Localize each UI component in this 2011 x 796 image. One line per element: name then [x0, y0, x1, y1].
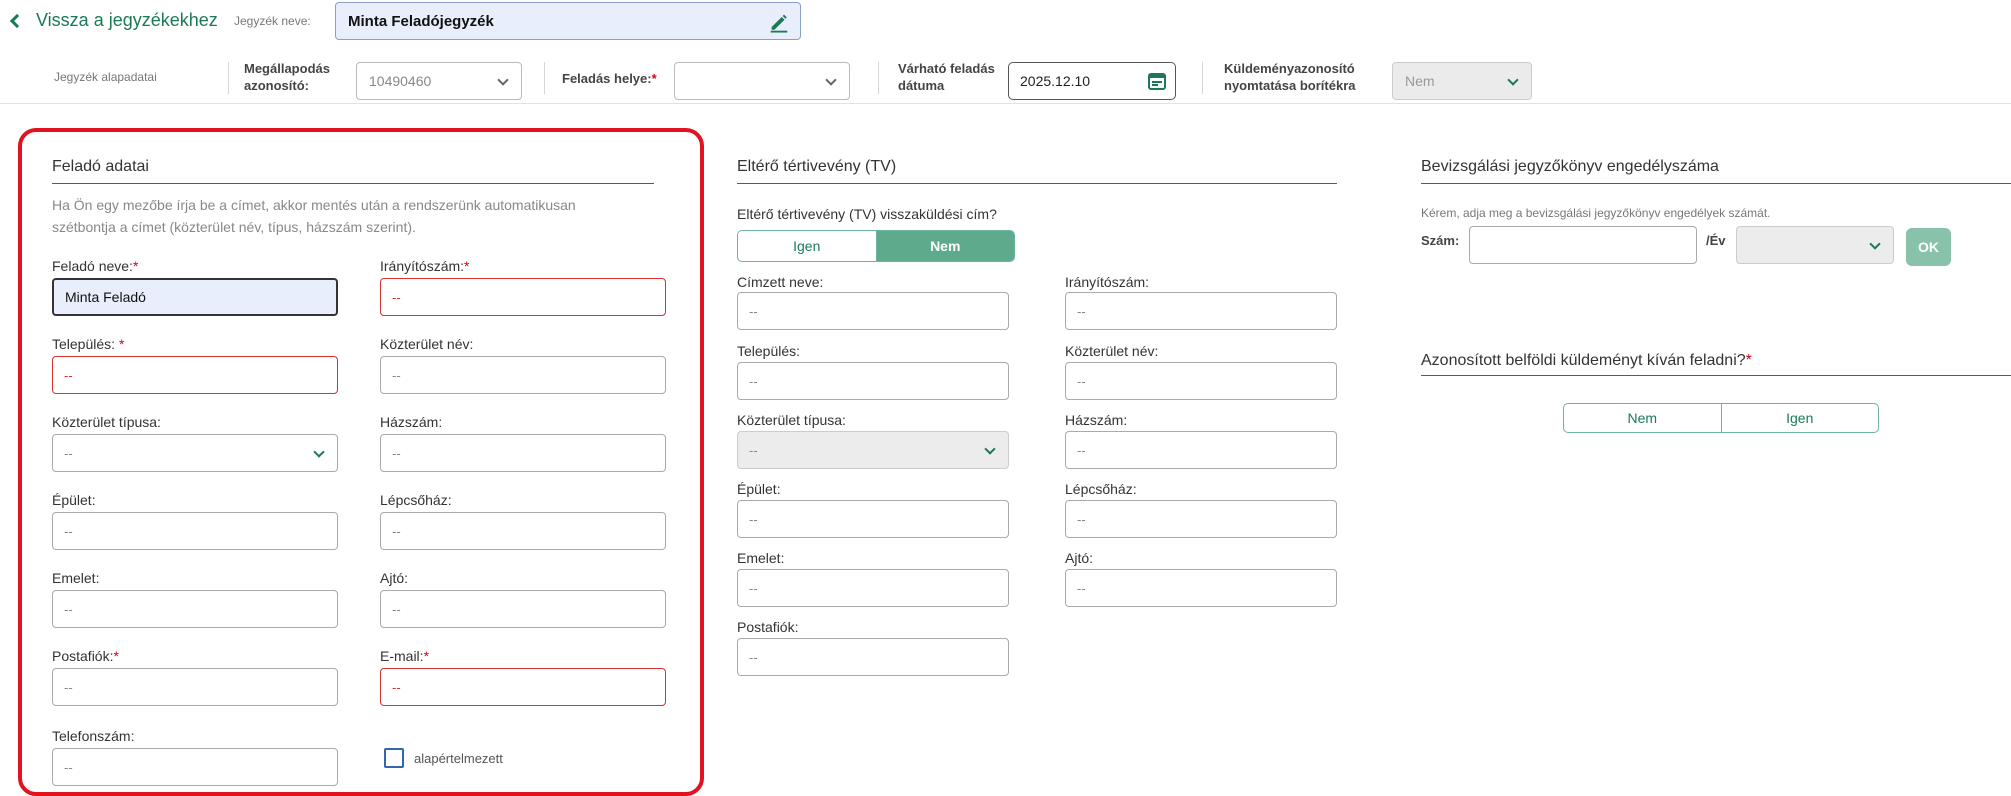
sender-name-input[interactable]: Minta Feladó	[52, 278, 338, 316]
tv-city-input[interactable]: --	[737, 362, 1009, 400]
sender-street-input[interactable]: --	[380, 356, 666, 394]
permit-year-select[interactable]	[1736, 226, 1894, 264]
sender-email-input[interactable]: --	[380, 668, 666, 706]
tv-recipient-label: Címzett neve:	[737, 274, 824, 290]
tv-zip-input[interactable]: --	[1065, 292, 1337, 330]
chevron-down-icon	[497, 74, 509, 86]
chevron-down-icon	[1869, 238, 1881, 250]
tv-street-type-label: Közterület típusa:	[737, 412, 846, 428]
sender-door-input[interactable]: --	[380, 590, 666, 628]
sender-building-input[interactable]: --	[52, 512, 338, 550]
tv-building-input[interactable]: --	[737, 500, 1009, 538]
sender-door-label: Ajtó:	[380, 570, 409, 586]
tv-street-type-select[interactable]: --	[737, 431, 1009, 469]
sender-stair-label: Lépcsőház:	[380, 492, 452, 508]
sender-floor-input[interactable]: --	[52, 590, 338, 628]
tv-zip-label: Irányítószám:	[1065, 274, 1150, 290]
sender-house-label: Házszám:	[380, 414, 443, 430]
sender-name-label: Feladó neve:*	[52, 258, 139, 274]
sender-title: Feladó adatai	[52, 158, 149, 175]
sender-building-label: Épület:	[52, 492, 96, 508]
agreement-label: Megállapodás azonosító:	[244, 61, 330, 93]
chevron-left-icon	[9, 13, 25, 28]
sender-city-label: Település: *	[52, 336, 125, 352]
divider	[228, 62, 229, 94]
divider	[1202, 62, 1203, 94]
tv-door-label: Ajtó:	[1065, 550, 1094, 566]
tv-street-input[interactable]: --	[1065, 362, 1337, 400]
divider	[878, 62, 879, 94]
sender-zip-input[interactable]: --	[380, 278, 666, 316]
place-select[interactable]	[674, 62, 850, 100]
sender-city-input[interactable]: --	[52, 356, 338, 394]
pencil-icon[interactable]	[768, 11, 790, 33]
divider	[1421, 183, 2011, 184]
sender-zip-label: Irányítószám:*	[380, 258, 470, 274]
tv-city-label: Település:	[737, 343, 801, 359]
sender-phone-input[interactable]: --	[52, 748, 338, 786]
identified-toggle: Nem Igen	[1563, 403, 1879, 433]
sender-street-type-label: Közterület típusa:	[52, 414, 161, 430]
chevron-down-icon	[313, 446, 325, 458]
sender-stair-input[interactable]: --	[380, 512, 666, 550]
permit-hint: Kérem, adja meg a bevizsgálási jegyzőkön…	[1421, 206, 1771, 220]
date-input[interactable]: 2025.12.10	[1008, 62, 1176, 100]
tv-floor-label: Emelet:	[737, 550, 785, 566]
sender-hint: Ha Ön egy mezőbe írja be a címet, akkor …	[52, 197, 576, 235]
place-label: Feladás helye:*	[562, 71, 657, 86]
tv-yes-button[interactable]: Igen	[738, 231, 876, 261]
tv-toggle: Igen Nem	[737, 230, 1015, 262]
tv-pobox-label: Postafiók:	[737, 619, 799, 635]
permit-title: Bevizsgálási jegyzőkönyv engedélyszáma	[1421, 158, 1719, 175]
back-link-label: Vissza a jegyzékekhez	[36, 10, 218, 30]
tv-no-button[interactable]: Nem	[875, 231, 1014, 261]
tv-recipient-input[interactable]: --	[737, 292, 1009, 330]
chevron-down-icon	[1507, 74, 1519, 86]
sender-street-label: Közterület név:	[380, 336, 474, 352]
chevron-down-icon	[825, 74, 837, 86]
default-checkbox[interactable]	[384, 748, 404, 768]
list-name-value: Minta Feladójegyzék	[348, 12, 494, 30]
tv-stair-input[interactable]: --	[1065, 500, 1337, 538]
divider	[52, 183, 654, 184]
tv-house-input[interactable]: --	[1065, 431, 1337, 469]
sender-pobox-input[interactable]: --	[52, 668, 338, 706]
basic-data-label: Jegyzék alapadatai	[54, 70, 157, 84]
back-link[interactable]: Vissza a jegyzékekhez	[8, 10, 218, 31]
tv-building-label: Épület:	[737, 481, 781, 497]
sender-phone-label: Telefonszám:	[52, 728, 135, 744]
permit-ok-button[interactable]: OK	[1906, 228, 1951, 266]
list-name-label: Jegyzék neve:	[234, 14, 311, 28]
agreement-select[interactable]: 10490460	[356, 62, 522, 100]
tv-street-label: Közterület név:	[1065, 343, 1159, 359]
default-label: alapértelmezett	[414, 751, 503, 766]
identified-title: Azonosított belföldi küldeményt kíván fe…	[1421, 352, 1752, 369]
tv-floor-input[interactable]: --	[737, 569, 1009, 607]
tv-pobox-input[interactable]: --	[737, 638, 1009, 676]
tv-house-label: Házszám:	[1065, 412, 1128, 428]
sender-house-input[interactable]: --	[380, 434, 666, 472]
permit-year-label: /Év	[1706, 233, 1726, 248]
chevron-down-icon	[984, 443, 996, 455]
permit-number-input[interactable]	[1469, 226, 1697, 264]
divider	[544, 62, 545, 94]
list-name-field[interactable]: Minta Feladójegyzék	[335, 2, 801, 40]
permit-number-label: Szám:	[1421, 233, 1460, 248]
identified-no-button[interactable]: Nem	[1564, 404, 1721, 432]
print-id-select[interactable]: Nem	[1392, 62, 1532, 100]
sender-email-label: E-mail:*	[380, 648, 430, 664]
sender-pobox-label: Postafiók:*	[52, 648, 119, 664]
identified-yes-button[interactable]: Igen	[1720, 404, 1879, 432]
sender-street-type-select[interactable]: --	[52, 434, 338, 472]
tv-question: Eltérő tértivevény (TV) visszaküldési cí…	[737, 206, 997, 222]
print-id-label: Küldeményazonosító nyomtatása borítékra	[1224, 61, 1356, 93]
date-label: Várható feladás dátuma	[898, 61, 995, 93]
tv-title: Eltérő tértivevény (TV)	[737, 158, 897, 175]
calendar-icon[interactable]	[1147, 71, 1167, 91]
divider	[737, 183, 1337, 184]
tv-door-input[interactable]: --	[1065, 569, 1337, 607]
divider	[1421, 375, 2011, 376]
tv-stair-label: Lépcsőház:	[1065, 481, 1137, 497]
sender-floor-label: Emelet:	[52, 570, 100, 586]
